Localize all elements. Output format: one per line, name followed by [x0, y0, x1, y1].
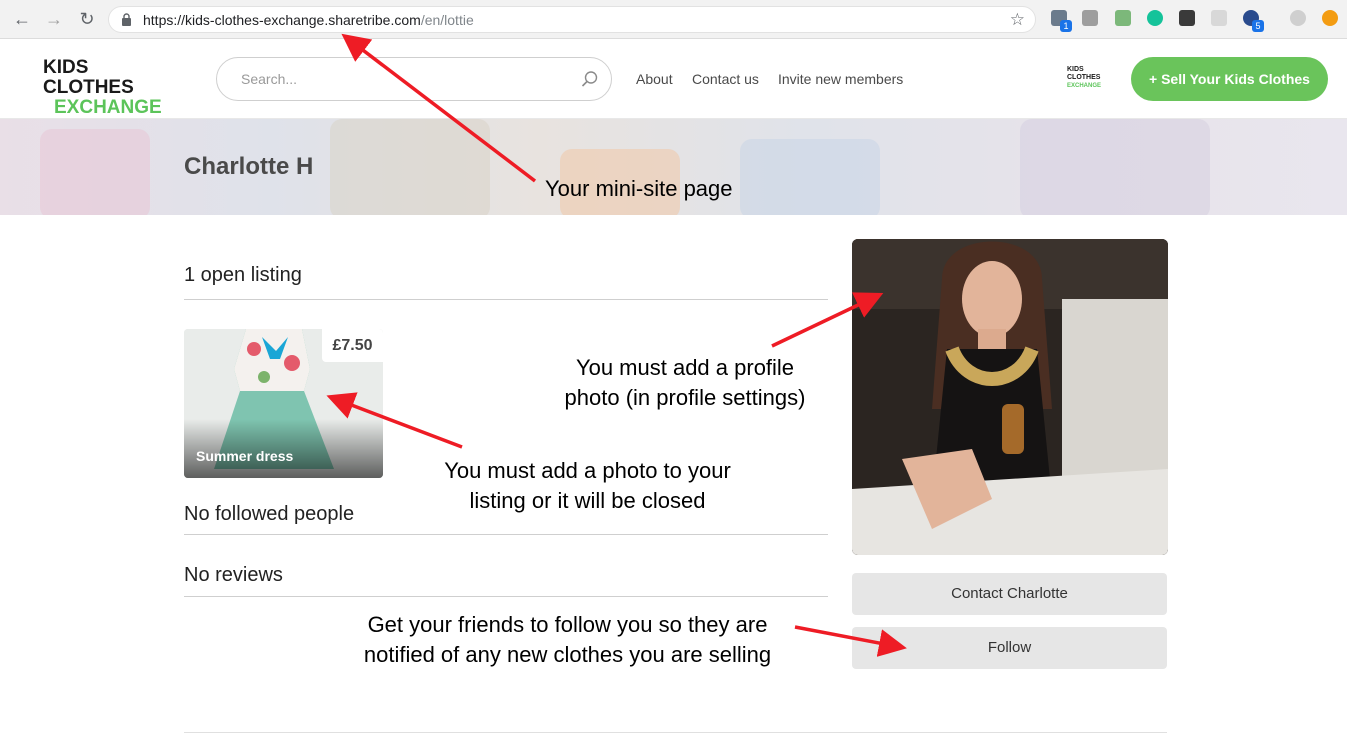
site-logo[interactable]: KIDS CLOTHES EXCHANGE	[43, 58, 183, 118]
annotation-follow: Get your friends to follow you so they a…	[330, 610, 805, 670]
user-avatar-logo[interactable]: KIDS CLOTHES EXCHANGE	[1067, 66, 1107, 90]
annotation-line: You must add a photo to your	[444, 458, 731, 483]
forward-icon[interactable]: →	[44, 9, 64, 29]
divider	[184, 299, 828, 300]
contact-button[interactable]: Contact Charlotte	[852, 573, 1167, 615]
logo-line1: KIDS CLOTHES	[43, 57, 134, 98]
hero-bg-shape	[330, 119, 490, 215]
annotation-mini-site: Your mini-site page	[545, 176, 733, 201]
url-text: https://kids-clothes-exchange.sharetribe…	[143, 12, 474, 28]
annotation-line: photo (in profile settings)	[564, 385, 806, 410]
follow-button[interactable]: Follow	[852, 627, 1167, 669]
extension-badge: 1	[1060, 20, 1072, 32]
listing-price: £7.50	[322, 329, 383, 362]
menu-link-about[interactable]: About	[636, 71, 673, 87]
extension-icon[interactable]	[1211, 10, 1227, 26]
menu-link-invite[interactable]: Invite new members	[778, 71, 903, 87]
profile-photo-image	[852, 239, 1168, 555]
search-placeholder: Search...	[241, 71, 298, 87]
mini-logo-line: CLOTHES	[1067, 74, 1101, 81]
browser-toolbar: ← → ↻ https://kids-clothes-exchange.shar…	[0, 0, 1347, 39]
page: ← → ↻ https://kids-clothes-exchange.shar…	[0, 0, 1347, 740]
annotation-profile-photo: You must add a profile photo (in profile…	[540, 353, 830, 413]
extension-icon[interactable]	[1179, 10, 1195, 26]
divider	[184, 596, 828, 597]
search-input[interactable]: Search...	[216, 57, 612, 101]
annotation-listing-photo: You must add a photo to your listing or …	[420, 456, 755, 516]
open-listings-title: 1 open listing	[184, 264, 302, 286]
reload-icon[interactable]: ↻	[77, 9, 97, 29]
extension-icon[interactable]	[1115, 10, 1131, 26]
listing-title[interactable]: Summer dress	[196, 448, 293, 464]
reviews-title: No reviews	[184, 564, 283, 586]
url-path: /en/lottie	[420, 12, 474, 28]
hero-bg-shape	[40, 129, 150, 215]
back-icon[interactable]: ←	[12, 9, 32, 29]
annotation-line: notified of any new clothes you are sell…	[363, 642, 772, 667]
grammarly-icon[interactable]	[1147, 10, 1163, 26]
bookmark-star-icon[interactable]: ☆	[1010, 10, 1025, 30]
annotation-line: listing or it will be closed	[469, 488, 706, 513]
mini-logo-line: KIDS	[1067, 66, 1084, 73]
url-host: https://kids-clothes-exchange.sharetribe…	[143, 12, 421, 28]
sell-button[interactable]: + Sell Your Kids Clothes	[1131, 57, 1328, 101]
profile-name: Charlotte H	[184, 153, 314, 180]
footer-divider	[184, 732, 1167, 733]
profile-photo	[852, 239, 1168, 555]
hero-bg-shape	[740, 139, 880, 215]
divider	[184, 534, 828, 535]
extension-icon[interactable]	[1082, 10, 1098, 26]
menu-link-contact[interactable]: Contact us	[692, 71, 759, 87]
extension-icon[interactable]	[1322, 10, 1338, 26]
site-header: KIDS CLOTHES EXCHANGE Search... About Co…	[0, 39, 1347, 119]
lock-icon	[122, 13, 131, 26]
extension-badge: 5	[1252, 20, 1264, 32]
search-icon[interactable]	[581, 70, 599, 88]
hero-bg-shape	[1020, 119, 1210, 215]
extension-icon[interactable]	[1290, 10, 1306, 26]
annotation-line: Get your friends to follow you so they a…	[367, 612, 768, 637]
followed-people-title: No followed people	[184, 503, 355, 525]
mini-logo-line: EXCHANGE	[1067, 83, 1102, 89]
annotation-line: You must add a profile	[575, 355, 795, 380]
logo-line2: EXCHANGE	[54, 97, 162, 118]
address-bar[interactable]: https://kids-clothes-exchange.sharetribe…	[108, 6, 1036, 33]
